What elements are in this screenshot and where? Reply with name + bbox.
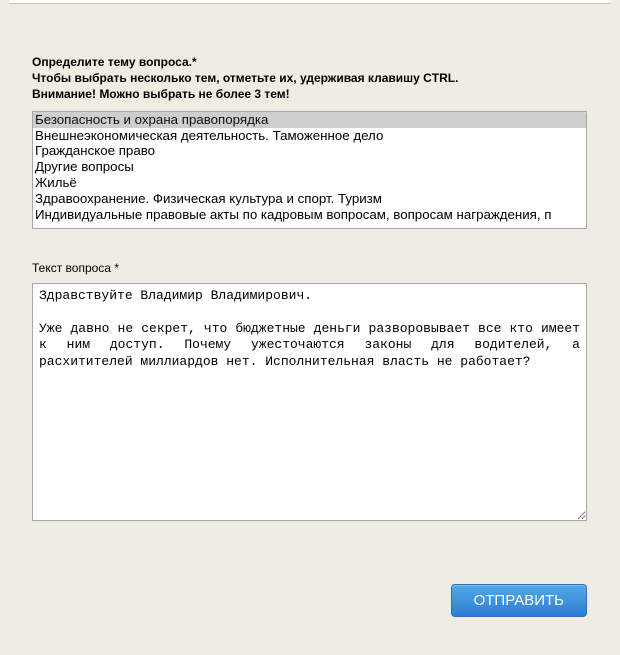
question-textarea[interactable] [32, 283, 587, 521]
topic-select-container: Безопасность и охрана правопорядкаВнешне… [32, 111, 587, 229]
topic-instructions: Определите тему вопроса.* Чтобы выбрать … [32, 54, 588, 103]
topic-select[interactable]: Безопасность и охрана правопорядкаВнешне… [33, 112, 586, 228]
topic-option[interactable]: Здравоохранение. Физическая культура и с… [33, 191, 586, 207]
topic-option[interactable]: Гражданское право [33, 143, 586, 159]
instruction-line-3: Внимание! Можно выбрать не более 3 тем! [32, 86, 588, 102]
topic-option[interactable]: Внешнеэкономическая деятельность. Таможе… [33, 128, 586, 144]
topic-option[interactable]: Другие вопросы [33, 159, 586, 175]
question-textarea-container [32, 283, 587, 524]
question-label: Текст вопроса * [32, 261, 588, 275]
topic-option[interactable]: Индивидуальные правовые акты по кадровым… [33, 207, 586, 223]
topic-option[interactable]: Жильё [33, 175, 586, 191]
instruction-line-2: Чтобы выбрать несколько тем, отметьте их… [32, 70, 588, 86]
topic-option[interactable]: Безопасность и охрана правопорядка [33, 112, 586, 128]
instruction-line-1: Определите тему вопроса.* [32, 54, 588, 70]
submit-row: ОТПРАВИТЬ [32, 584, 587, 617]
submit-button[interactable]: ОТПРАВИТЬ [451, 584, 587, 617]
form-content: Определите тему вопроса.* Чтобы выбрать … [0, 4, 620, 655]
form-page: Определите тему вопроса.* Чтобы выбрать … [0, 0, 620, 655]
